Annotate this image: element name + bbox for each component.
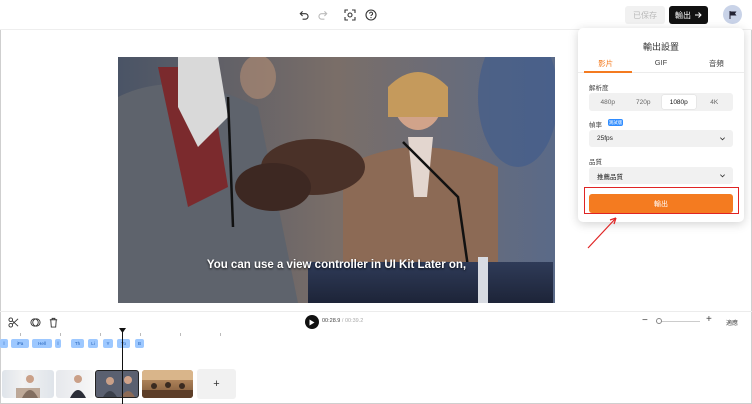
subtitle-chip[interactable]: l [55,339,61,348]
framerate-value: 25fps [597,135,613,142]
resolution-480p[interactable]: 480p [591,95,625,109]
beta-badge: 測試版 [608,119,623,126]
arrow-right-icon [695,12,702,18]
framerate-label: 幀率 [589,122,602,129]
clip-image [70,375,86,398]
tab-gif[interactable]: GIF [633,58,688,72]
ruler-tick [180,333,181,336]
subtitle-chip[interactable]: Li [88,339,98,348]
help-icon[interactable] [363,7,379,23]
resolution-1080p[interactable]: 1080p [662,95,696,109]
zoom-slider-track[interactable] [656,321,700,322]
play-button[interactable] [305,315,319,329]
video-subtitle: You can use a view controller in UI Kit … [206,259,467,271]
video-clip-thumbnail[interactable] [2,370,54,398]
video-clip-thumbnail[interactable] [56,370,94,398]
export-format-tabs: 影片 GIF 音頻 [578,58,744,72]
quality-label: 品質 [589,159,602,166]
subtitle-chip[interactable]: iPa [11,339,29,348]
export-button[interactable]: 輸出 [669,6,708,24]
subtitle-chip[interactable]: l [0,339,8,348]
subtitle-chip[interactable]: Hell [32,339,52,348]
play-icon [309,319,315,325]
clip-image [103,376,135,397]
chevron-down-icon [720,137,725,141]
playhead[interactable] [122,331,123,404]
framerate-select[interactable]: 25fps [589,130,733,147]
subtitle-chip[interactable]: Yo [117,339,130,348]
export-button-label: 輸出 [675,10,691,20]
ruler-tick [60,333,61,336]
ruler-tick [220,333,221,336]
quality-select[interactable]: 推薦品質 [589,167,733,184]
annotation-arrow-icon [587,217,617,249]
chevron-down-icon [720,174,725,178]
scissors-icon[interactable] [7,316,19,328]
video-clip-thumbnail[interactable] [142,370,193,398]
flag-icon [729,10,736,19]
redo-icon[interactable] [315,7,331,23]
trash-icon[interactable] [47,316,59,328]
fit-button[interactable]: 適應 [726,318,738,327]
add-clip-button[interactable]: + [197,369,236,399]
top-toolbar: 已保存 輸出 [0,0,752,30]
subtitle-chip[interactable]: B [135,339,144,348]
resolution-selector: 480p 720p 1080p 4K [589,93,733,111]
ruler-tick [100,333,101,336]
duplicate-icon[interactable] [29,316,41,328]
panel-title: 輸出設置 [642,42,679,52]
ruler-tick [140,333,141,336]
active-tab-indicator [584,71,632,73]
subtitle-chip[interactable]: Th [71,339,84,348]
undo-icon[interactable] [295,7,311,23]
screenshot-icon[interactable] [342,7,358,23]
zoom-in-icon[interactable]: + [706,314,712,325]
zoom-out-icon[interactable]: − [642,315,648,326]
saved-button[interactable]: 已保存 [625,6,665,24]
subtitle-chip[interactable]: Y [103,339,113,348]
video-clip-selected[interactable] [95,370,139,398]
timeline-divider [0,311,752,312]
resolution-720p[interactable]: 720p [627,95,661,109]
annotation-highlight-box [584,187,739,214]
current-time: 00:28.9 [322,318,341,324]
ruler-tick [20,333,21,336]
zoom-slider-handle[interactable] [656,318,662,324]
user-avatar[interactable] [723,5,742,24]
plus-icon: + [213,378,220,390]
tab-video[interactable]: 影片 [578,58,633,72]
total-time: / 00:39.2 [341,318,364,324]
tab-audio[interactable]: 音頻 [689,58,744,72]
playback-time: 00:28.9 / 00:39.2 [322,318,363,324]
resolution-4k[interactable]: 4K [698,95,732,109]
clip-image [16,375,40,398]
clip-image [142,370,193,398]
video-preview[interactable]: You can use a view controller in UI Kit … [118,57,555,303]
quality-value: 推薦品質 [597,173,623,181]
resolution-label: 解析度 [589,85,609,92]
